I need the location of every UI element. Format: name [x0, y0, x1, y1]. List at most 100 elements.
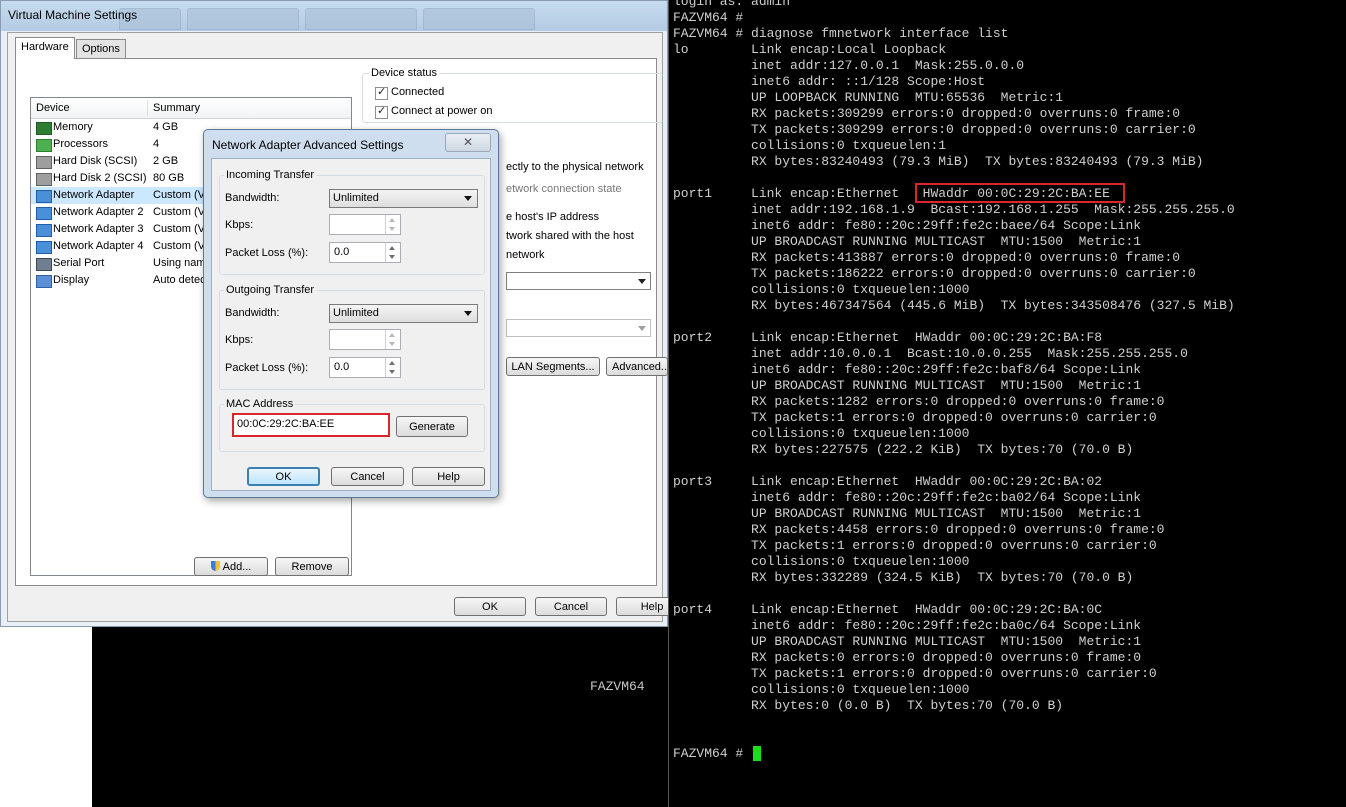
device-name: Network Adapter 3	[53, 223, 144, 235]
close-button[interactable]: ✕	[445, 133, 491, 152]
device-name: Memory	[53, 121, 93, 133]
generate-button[interactable]: Generate	[396, 416, 468, 437]
spin-up-icon	[389, 246, 395, 250]
device-name: Network Adapter 4	[53, 240, 144, 252]
background-tab	[423, 8, 535, 30]
outgoing-kbps-spinner[interactable]	[329, 329, 401, 350]
summary-column-header[interactable]: Summary	[153, 102, 200, 114]
replicate-state-label[interactable]: etwork connection state	[506, 183, 622, 195]
hwaddr-highlight-box	[915, 183, 1125, 203]
tab-hardware[interactable]: Hardware	[15, 37, 75, 59]
incoming-bandwidth-select[interactable]: Unlimited	[329, 189, 478, 208]
network-adapter-icon	[36, 224, 52, 237]
incoming-packet-loss-value: 0.0	[334, 246, 350, 258]
device-status-label: Device status	[369, 67, 440, 79]
spin-down-icon	[389, 342, 395, 346]
outgoing-bandwidth-select[interactable]: Unlimited	[329, 304, 478, 323]
connected-label[interactable]: Connected	[391, 86, 444, 98]
spinner-buttons[interactable]	[385, 215, 400, 234]
outgoing-bandwidth-label: Bandwidth:	[225, 307, 280, 319]
incoming-transfer-legend: Incoming Transfer	[224, 169, 317, 181]
incoming-bandwidth-label: Bandwidth:	[225, 192, 280, 204]
spinner-buttons[interactable]	[385, 243, 400, 262]
incoming-transfer-group: Incoming Transfer Bandwidth: Unlimited K…	[219, 169, 485, 275]
network-adapter-icon	[36, 207, 52, 220]
spinner-buttons[interactable]	[385, 330, 400, 349]
outgoing-bandwidth-value: Unlimited	[333, 307, 379, 319]
lan-segment-select[interactable]	[506, 319, 651, 337]
add-button[interactable]: Add...	[194, 557, 268, 576]
dialog-cancel-button[interactable]: Cancel	[331, 467, 404, 486]
nat-option-label[interactable]: e host's IP address	[506, 211, 599, 223]
incoming-kbps-label: Kbps:	[225, 219, 254, 231]
device-name: Serial Port	[53, 257, 105, 269]
serial-port-icon	[36, 258, 52, 271]
outgoing-transfer-legend: Outgoing Transfer	[224, 284, 317, 296]
chevron-down-icon	[638, 279, 646, 284]
spin-down-icon	[389, 255, 395, 259]
spin-down-icon	[389, 370, 395, 374]
network-adapter-icon	[36, 241, 52, 254]
network-adapter-advanced-dialog: Network Adapter Advanced Settings ✕ Inco…	[203, 129, 499, 498]
device-status-group: Device status Connected Connect at power…	[362, 67, 663, 123]
connected-checkbox[interactable]	[375, 85, 388, 100]
terminal-window[interactable]: login as: admin FAZVM64 # FAZVM64 # diag…	[668, 0, 1346, 807]
custom-option-label[interactable]: network	[506, 249, 545, 261]
dialog-title: Network Adapter Advanced Settings	[212, 138, 404, 152]
device-name: Processors	[53, 138, 109, 150]
incoming-kbps-spinner[interactable]	[329, 214, 401, 235]
bridged-option-label[interactable]: ectly to the physical network	[506, 161, 644, 173]
cancel-button[interactable]: Cancel	[535, 597, 607, 616]
device-name: Network Adapter 2	[53, 206, 144, 218]
hard-disk-icon	[36, 156, 52, 169]
terminal-output: login as: admin FAZVM64 # FAZVM64 # diag…	[673, 0, 1235, 761]
device-name: Hard Disk 2 (SCSI)	[53, 172, 147, 184]
spinner-buttons[interactable]	[385, 358, 400, 377]
advanced-button[interactable]: Advanced...	[606, 357, 668, 376]
host-only-option-label[interactable]: twork shared with the host	[506, 230, 634, 242]
connect-at-power-on-checkbox[interactable]	[375, 104, 388, 119]
incoming-bandwidth-value: Unlimited	[333, 192, 379, 204]
display-icon	[36, 275, 52, 288]
hard-disk-icon	[36, 173, 52, 186]
network-adapter-icon	[36, 190, 52, 203]
window-title: Virtual Machine Settings	[8, 8, 138, 22]
outgoing-transfer-group: Outgoing Transfer Bandwidth: Unlimited K…	[219, 284, 485, 390]
background-tab	[187, 8, 299, 30]
dialog-content: Incoming Transfer Bandwidth: Unlimited K…	[211, 158, 491, 491]
device-column-header[interactable]: Device	[36, 102, 70, 114]
chevron-down-icon	[638, 326, 646, 331]
remove-button[interactable]: Remove	[275, 557, 349, 576]
device-name: Hard Disk (SCSI)	[53, 155, 138, 167]
spin-up-icon	[389, 218, 395, 222]
outgoing-kbps-label: Kbps:	[225, 334, 254, 346]
outgoing-packet-loss-label: Packet Loss (%):	[225, 362, 309, 374]
spin-up-icon	[389, 333, 395, 337]
memory-icon	[36, 122, 52, 135]
lan-segments-button[interactable]: LAN Segments...	[506, 357, 600, 376]
connect-at-power-on-label[interactable]: Connect at power on	[391, 105, 493, 117]
tab-options[interactable]: Options	[76, 39, 126, 58]
device-name: Network Adapter	[53, 189, 135, 201]
console-hostname: FAZVM64	[590, 679, 645, 694]
outgoing-packet-loss-spinner[interactable]: 0.0	[329, 357, 401, 378]
chevron-down-icon	[464, 196, 472, 201]
shield-icon	[210, 561, 220, 571]
close-icon: ✕	[462, 135, 474, 149]
mac-address-legend: MAC Address	[224, 398, 296, 410]
device-list-header: Device Summary	[31, 98, 351, 119]
incoming-packet-loss-spinner[interactable]: 0.0	[329, 242, 401, 263]
outgoing-packet-loss-value: 0.0	[334, 361, 350, 373]
dialog-help-button[interactable]: Help	[412, 467, 485, 486]
column-divider[interactable]	[147, 100, 148, 116]
custom-network-select[interactable]	[506, 272, 651, 290]
add-button-label: Add...	[222, 561, 252, 573]
dialog-ok-button[interactable]: OK	[247, 467, 320, 486]
chevron-down-icon	[464, 311, 472, 316]
mac-address-input[interactable]: 00:0C:29:2C:BA:EE	[232, 413, 390, 437]
vm-settings-titlebar[interactable]: Virtual Machine Settings	[1, 1, 667, 31]
device-name: Display	[53, 274, 90, 286]
console-screen[interactable]	[92, 622, 668, 807]
processor-icon	[36, 139, 52, 152]
ok-button[interactable]: OK	[454, 597, 526, 616]
